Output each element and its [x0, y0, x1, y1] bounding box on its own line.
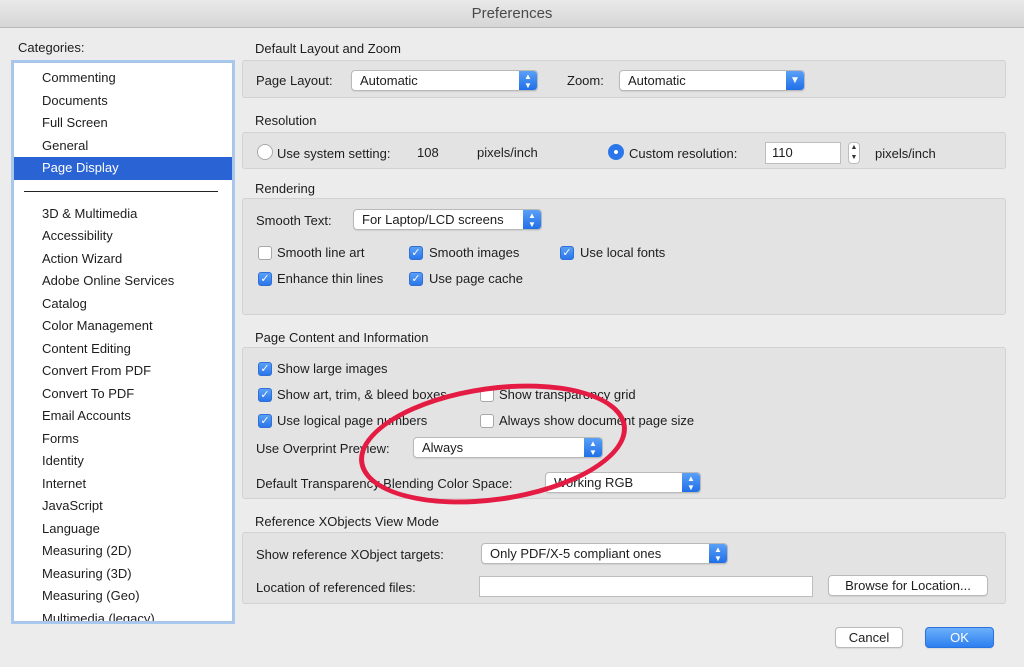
- categories-list[interactable]: Commenting Documents Full Screen General…: [13, 62, 233, 622]
- smooth-line-art-label: Smooth line art: [277, 245, 365, 260]
- category-internet[interactable]: Internet: [14, 473, 232, 496]
- layout-zoom-title: Default Layout and Zoom: [255, 41, 401, 56]
- show-transparency-grid-checkbox[interactable]: [480, 388, 494, 402]
- logical-page-numbers-checkbox[interactable]: ✓: [258, 414, 272, 428]
- blending-space-select[interactable]: Working RGB ▲ ▼: [545, 472, 701, 493]
- ok-button[interactable]: OK: [925, 627, 994, 648]
- category-adobe-online-services[interactable]: Adobe Online Services: [14, 270, 232, 293]
- stepper-arrows-icon: ▲ ▼: [523, 210, 541, 229]
- system-resolution-unit: pixels/inch: [477, 145, 538, 160]
- xobjects-title: Reference XObjects View Mode: [255, 514, 440, 529]
- resolution-stepper[interactable]: ▲ ▼: [848, 142, 860, 164]
- category-full-screen[interactable]: Full Screen: [14, 112, 232, 135]
- page-content-title: Page Content and Information: [255, 330, 429, 345]
- stepper-arrows-icon: ▲ ▼: [709, 544, 727, 563]
- rendering-panel: Smooth Text: For Laptop/LCD screens ▲ ▼ S…: [242, 198, 1006, 315]
- category-javascript[interactable]: JavaScript: [14, 495, 232, 518]
- custom-resolution-radio[interactable]: [608, 144, 624, 160]
- category-measuring-geo[interactable]: Measuring (Geo): [14, 585, 232, 608]
- stepper-arrows-icon: ▲ ▼: [584, 438, 602, 457]
- smooth-text-select[interactable]: For Laptop/LCD screens ▲ ▼: [353, 209, 542, 230]
- page-layout-label: Page Layout:: [256, 73, 333, 88]
- category-forms[interactable]: Forms: [14, 428, 232, 451]
- categories-label: Categories:: [18, 40, 85, 55]
- show-transparency-grid-label: Show transparency grid: [499, 387, 636, 402]
- category-documents[interactable]: Documents: [14, 90, 232, 113]
- smooth-images-label: Smooth images: [429, 245, 520, 260]
- category-page-display[interactable]: Page Display: [14, 157, 232, 180]
- rendering-title: Rendering: [255, 181, 315, 196]
- custom-resolution-label: Custom resolution:: [629, 146, 738, 161]
- browse-location-button[interactable]: Browse for Location...: [828, 575, 988, 596]
- xobject-targets-label: Show reference XObject targets:: [256, 547, 444, 562]
- resolution-title: Resolution: [255, 113, 317, 128]
- use-local-fonts-checkbox[interactable]: ✓: [560, 246, 574, 260]
- xobjects-panel: Show reference XObject targets: Only PDF…: [242, 532, 1006, 604]
- enhance-thin-lines-checkbox[interactable]: ✓: [258, 272, 272, 286]
- category-multimedia-legacy[interactable]: Multimedia (legacy): [14, 608, 232, 622]
- system-setting-label: Use system setting:: [277, 146, 391, 161]
- enhance-thin-lines-label: Enhance thin lines: [277, 271, 384, 286]
- cancel-button[interactable]: Cancel: [835, 627, 903, 648]
- page-layout-value: Automatic: [360, 73, 418, 88]
- show-art-trim-bleed-checkbox[interactable]: ✓: [258, 388, 272, 402]
- show-large-images-label: Show large images: [277, 361, 388, 376]
- resolution-panel: Use system setting: 108 pixels/inch Cust…: [242, 132, 1006, 169]
- zoom-select[interactable]: Automatic ▼: [619, 70, 805, 91]
- use-page-cache-label: Use page cache: [429, 271, 523, 286]
- smooth-text-value: For Laptop/LCD screens: [362, 212, 504, 227]
- zoom-label: Zoom:: [567, 73, 604, 88]
- blending-space-label: Default Transparency Blending Color Spac…: [256, 476, 513, 491]
- system-resolution-value: 108: [417, 145, 439, 160]
- overprint-preview-select[interactable]: Always ▲ ▼: [413, 437, 603, 458]
- category-divider: [24, 190, 218, 192]
- xobject-targets-value: Only PDF/X-5 compliant ones: [490, 546, 662, 561]
- always-show-page-size-label: Always show document page size: [499, 413, 695, 428]
- custom-resolution-unit: pixels/inch: [875, 146, 936, 161]
- category-action-wizard[interactable]: Action Wizard: [14, 248, 232, 271]
- category-catalog[interactable]: Catalog: [14, 293, 232, 316]
- system-setting-radio[interactable]: [257, 144, 273, 160]
- zoom-value: Automatic: [628, 73, 686, 88]
- category-measuring-2d[interactable]: Measuring (2D): [14, 540, 232, 563]
- use-page-cache-checkbox[interactable]: ✓: [409, 272, 423, 286]
- stepper-arrows-icon: ▲ ▼: [682, 473, 700, 492]
- blending-space-value: Working RGB: [554, 475, 634, 490]
- category-3d-multimedia[interactable]: 3D & Multimedia: [14, 203, 232, 226]
- smooth-text-label: Smooth Text:: [256, 213, 332, 228]
- use-local-fonts-label: Use local fonts: [580, 245, 666, 260]
- category-color-management[interactable]: Color Management: [14, 315, 232, 338]
- overprint-preview-label: Use Overprint Preview:: [256, 441, 390, 456]
- smooth-images-checkbox[interactable]: ✓: [409, 246, 423, 260]
- location-input[interactable]: [479, 576, 813, 597]
- category-content-editing[interactable]: Content Editing: [14, 338, 232, 361]
- location-label: Location of referenced files:: [256, 580, 416, 595]
- stepper-arrows-icon: ▲ ▼: [519, 71, 537, 90]
- xobject-targets-select[interactable]: Only PDF/X-5 compliant ones ▲ ▼: [481, 543, 728, 564]
- smooth-line-art-checkbox[interactable]: [258, 246, 272, 260]
- category-commenting[interactable]: Commenting: [14, 67, 232, 90]
- layout-zoom-panel: Page Layout: Automatic ▲ ▼ Zoom: Automati…: [242, 60, 1006, 98]
- category-convert-to-pdf[interactable]: Convert To PDF: [14, 383, 232, 406]
- overprint-preview-value: Always: [422, 440, 464, 455]
- category-email-accounts[interactable]: Email Accounts: [14, 405, 232, 428]
- category-convert-from-pdf[interactable]: Convert From PDF: [14, 360, 232, 383]
- window-titlebar: Preferences: [0, 0, 1024, 28]
- category-general[interactable]: General: [14, 135, 232, 158]
- show-large-images-checkbox[interactable]: ✓: [258, 362, 272, 376]
- chevron-down-icon: ▼: [786, 71, 804, 90]
- logical-page-numbers-label: Use logical page numbers: [277, 413, 428, 428]
- custom-resolution-input[interactable]: 110: [765, 142, 841, 164]
- always-show-page-size-checkbox[interactable]: [480, 414, 494, 428]
- category-language[interactable]: Language: [14, 518, 232, 541]
- page-content-panel: ✓ Show large images ✓ Show art, trim, & …: [242, 347, 1006, 499]
- window-title: Preferences: [471, 5, 553, 22]
- page-layout-select[interactable]: Automatic ▲ ▼: [351, 70, 538, 91]
- category-identity[interactable]: Identity: [14, 450, 232, 473]
- category-measuring-3d[interactable]: Measuring (3D): [14, 563, 232, 586]
- show-art-trim-bleed-label: Show art, trim, & bleed boxes: [277, 387, 447, 402]
- category-accessibility[interactable]: Accessibility: [14, 225, 232, 248]
